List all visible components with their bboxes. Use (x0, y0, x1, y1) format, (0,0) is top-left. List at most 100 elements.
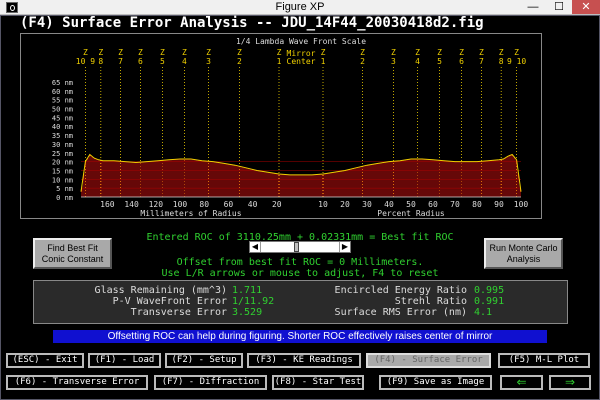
x-tick-right: 100 (514, 200, 529, 209)
y-tick-label: 20 nm (52, 159, 73, 167)
y-tick-label: 10 nm (52, 176, 73, 184)
zone-prefix-left: Z (138, 48, 143, 57)
x-axis-label-left: Millimeters of Radius (140, 209, 241, 218)
slider-thumb[interactable] (293, 242, 299, 252)
y-tick-label: 65 nm (52, 79, 73, 87)
x-tick-right: 30 (362, 200, 372, 209)
x-tick-left: 140 (124, 200, 139, 209)
zone-label-left: 6 (138, 57, 143, 66)
zone-label-right: 6 (459, 57, 464, 66)
close-button[interactable]: ✕ (572, 0, 600, 14)
x-tick-left: 120 (149, 200, 164, 209)
zone-prefix-right: Z (391, 48, 396, 57)
zone-prefix-left: Z (83, 48, 88, 57)
zone-label-left: 5 (160, 57, 165, 66)
zone-prefix-left: Z (277, 48, 282, 57)
zone-prefix-left: Z (237, 48, 242, 57)
zone-label-left: 3 (206, 57, 211, 66)
window-title: Figure XP (275, 1, 325, 13)
y-tick-label: 5 nm (56, 185, 73, 193)
x-tick-left: 20 (272, 200, 282, 209)
zone-prefix-right: Z (321, 48, 326, 57)
zone-label-left: 10 9 (76, 57, 95, 66)
x-tick-right: 50 (406, 200, 416, 209)
y-tick-label: 40 nm (52, 123, 73, 131)
surface-rms-value: 4.1 (474, 307, 493, 318)
diffraction-button[interactable]: (F7) - Diffraction (154, 375, 267, 390)
transverse-error-button[interactable]: (F6) - Transverse Error (6, 375, 148, 390)
minimize-button[interactable]: — (520, 0, 546, 14)
x-tick-right: 10 (318, 200, 328, 209)
x-tick-right: 70 (450, 200, 460, 209)
stats-panel: Glass Remaining (mm^3) 1.711 P-V WaveFro… (33, 280, 568, 324)
zone-label-right: 9 10 (507, 57, 526, 66)
surface-rms-label: Surface RMS Error (nm) (334, 307, 467, 318)
ke-readings-button[interactable]: (F3) - KE Readings (247, 353, 361, 368)
roc-offset-text: Offset from best fit ROC = 0 Millimeters… (176, 257, 424, 268)
zone-label-right: 4 (415, 57, 420, 66)
y-tick-label: 0 nm (56, 194, 73, 202)
maximize-button[interactable]: ☐ (546, 0, 572, 14)
x-tick-left: 100 (173, 200, 188, 209)
pv-error-value: 1/11.92 (232, 296, 275, 307)
exit-button[interactable]: (ESC) - Exit (6, 353, 84, 368)
y-tick-label: 30 nm (52, 141, 73, 149)
zone-label-right: 3 (391, 57, 396, 66)
zone-label-left: 7 (118, 57, 123, 66)
x-tick-right: 60 (428, 200, 438, 209)
zone-label-right: 7 (479, 57, 484, 66)
x-tick-left: 160 (100, 200, 115, 209)
zone-label-right: 8 (499, 57, 504, 66)
zone-label-right: 5 (437, 57, 442, 66)
prev-page-arrow-icon[interactable]: ⇐ (500, 375, 543, 390)
y-tick-label: 25 nm (52, 150, 73, 158)
zone-label-left: 2 (237, 57, 242, 66)
surface-error-chart: 1/4 Lambda Wave Front Scale Mirror Center 6… (20, 33, 542, 219)
strehl-ratio-label: Strehl Ratio (394, 296, 467, 307)
transverse-error-label: Transverse Error (130, 307, 227, 318)
x-tick-left: 60 (224, 200, 234, 209)
surface-error-plot: 1/4 Lambda Wave Front ScaleMirrorCenter6… (52, 37, 529, 218)
zone-prefix-right: Z (479, 48, 484, 57)
roc-help-text: Use L/R arrows or mouse to adjust, F4 to… (161, 268, 439, 279)
zone-prefix-right: Z (499, 48, 504, 57)
x-tick-left: 40 (248, 200, 258, 209)
y-tick-label: 15 nm (52, 167, 73, 175)
encircled-energy-value: 0.995 (474, 285, 505, 296)
zone-label-left: 8 (98, 57, 103, 66)
y-tick-label: 35 nm (52, 132, 73, 140)
x-axis-label-right: Percent Radius (377, 209, 445, 218)
zone-prefix-left: Z (206, 48, 211, 57)
zone-prefix-right: Z (415, 48, 420, 57)
zone-prefix-left: Z (160, 48, 165, 57)
y-tick-label: 55 nm (52, 97, 73, 105)
mirror-center-label: Center (287, 57, 316, 66)
x-tick-right: 90 (494, 200, 504, 209)
strehl-ratio-value: 0.991 (474, 296, 505, 307)
x-tick-right: 40 (384, 200, 394, 209)
zone-label-left: 1 (277, 57, 282, 66)
slider-left-arrow-icon[interactable]: ◀ (250, 242, 261, 252)
title-bar: Figure XP — ☐ ✕ (0, 0, 600, 15)
y-tick-label: 50 nm (52, 106, 73, 114)
glass-remaining-value: 1.711 (232, 285, 263, 296)
save-image-button[interactable]: (F9) Save as Image (379, 375, 492, 390)
ml-plot-button[interactable]: (F5) M-L Plot (498, 353, 590, 368)
zone-prefix-right: Z (360, 48, 365, 57)
next-page-arrow-icon[interactable]: ⇒ (549, 375, 591, 390)
load-button[interactable]: (F1) - Load (88, 353, 161, 368)
surface-error-button[interactable]: (F4) - Surface Error (366, 353, 491, 368)
glass-remaining-label: Glass Remaining (mm^3) (94, 285, 227, 296)
setup-button[interactable]: (F2) - Setup (165, 353, 243, 368)
slider-right-arrow-icon[interactable]: ▶ (339, 242, 350, 252)
star-test-button[interactable]: (F8) - Star Test (272, 375, 364, 390)
zone-prefix-left: Z (98, 48, 103, 57)
zone-label-right: 1 (321, 57, 326, 66)
zone-prefix-right: Z (514, 48, 519, 57)
zone-label-left: 4 (182, 57, 187, 66)
info-banner: Offsetting ROC can help during figuring.… (53, 330, 547, 343)
x-tick-left: 80 (199, 200, 209, 209)
figure-xp-window: Figure XP — ☐ ✕ (F4) Surface Error Analy… (0, 0, 600, 400)
roc-offset-slider[interactable]: ◀ ▶ (249, 241, 351, 253)
y-tick-label: 45 nm (52, 114, 73, 122)
